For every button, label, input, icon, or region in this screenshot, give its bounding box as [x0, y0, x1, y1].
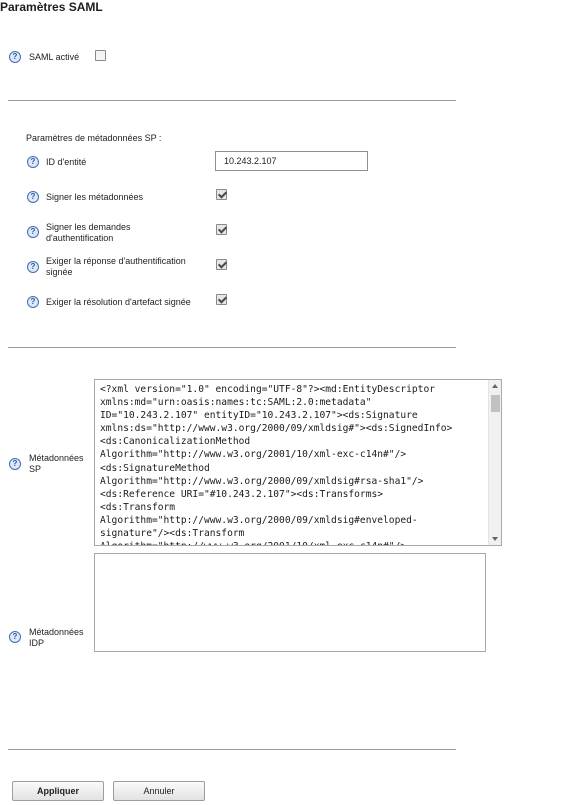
- help-icon[interactable]: ?: [27, 296, 39, 308]
- sp-metadata-label: Métadonnées: [29, 453, 84, 463]
- section-divider: [8, 100, 456, 101]
- require-signed-response-label: signée: [46, 267, 73, 277]
- sign-metadata-checkbox[interactable]: [216, 189, 227, 200]
- sp-metadata-content: <?xml version="1.0" encoding="UTF-8"?><m…: [100, 384, 453, 545]
- scroll-up-arrow-icon[interactable]: [492, 384, 498, 388]
- cancel-button[interactable]: Annuler: [113, 781, 205, 801]
- sign-auth-requests-label: Signer les demandes: [46, 222, 131, 232]
- entity-id-input[interactable]: 10.243.2.107: [215, 151, 368, 171]
- section-divider: [8, 749, 456, 750]
- sign-metadata-label: Signer les métadonnées: [46, 192, 144, 202]
- scroll-thumb[interactable]: [491, 395, 500, 412]
- saml-enabled-checkbox[interactable]: [95, 50, 106, 61]
- sp-metadata-textarea[interactable]: <?xml version="1.0" encoding="UTF-8"?><m…: [94, 379, 502, 546]
- help-icon[interactable]: ?: [27, 261, 39, 273]
- require-signed-artifact-label: Exiger la résolution d'artefact signée: [46, 297, 191, 307]
- page-title: Paramètres SAML: [0, 0, 103, 14]
- idp-metadata-label: Métadonnées: [29, 627, 84, 637]
- require-signed-response-label: Exiger la réponse d'authentification: [46, 256, 186, 266]
- section-divider: [8, 347, 456, 348]
- apply-button[interactable]: Appliquer: [12, 781, 104, 801]
- scroll-down-arrow-icon[interactable]: [492, 537, 498, 541]
- help-icon[interactable]: ?: [27, 226, 39, 238]
- help-icon[interactable]: ?: [9, 51, 21, 63]
- entity-id-label: ID d'entité: [46, 157, 87, 167]
- sign-auth-requests-label: d'authentification: [46, 233, 114, 243]
- require-signed-artifact-checkbox[interactable]: [216, 294, 227, 305]
- sign-auth-requests-checkbox[interactable]: [216, 224, 227, 235]
- scrollbar[interactable]: [488, 380, 501, 545]
- require-signed-response-checkbox[interactable]: [216, 259, 227, 270]
- idp-metadata-content: [95, 554, 485, 557]
- help-icon[interactable]: ?: [27, 156, 39, 168]
- help-icon[interactable]: ?: [9, 458, 21, 470]
- sp-metadata-label: SP: [29, 464, 42, 474]
- sp-section-heading: Paramètres de métadonnées SP :: [26, 133, 162, 143]
- idp-metadata-textarea[interactable]: [94, 553, 486, 652]
- idp-metadata-label: IDP: [29, 638, 45, 648]
- help-icon[interactable]: ?: [9, 631, 21, 643]
- saml-enabled-label: SAML activé: [29, 52, 80, 62]
- help-icon[interactable]: ?: [27, 191, 39, 203]
